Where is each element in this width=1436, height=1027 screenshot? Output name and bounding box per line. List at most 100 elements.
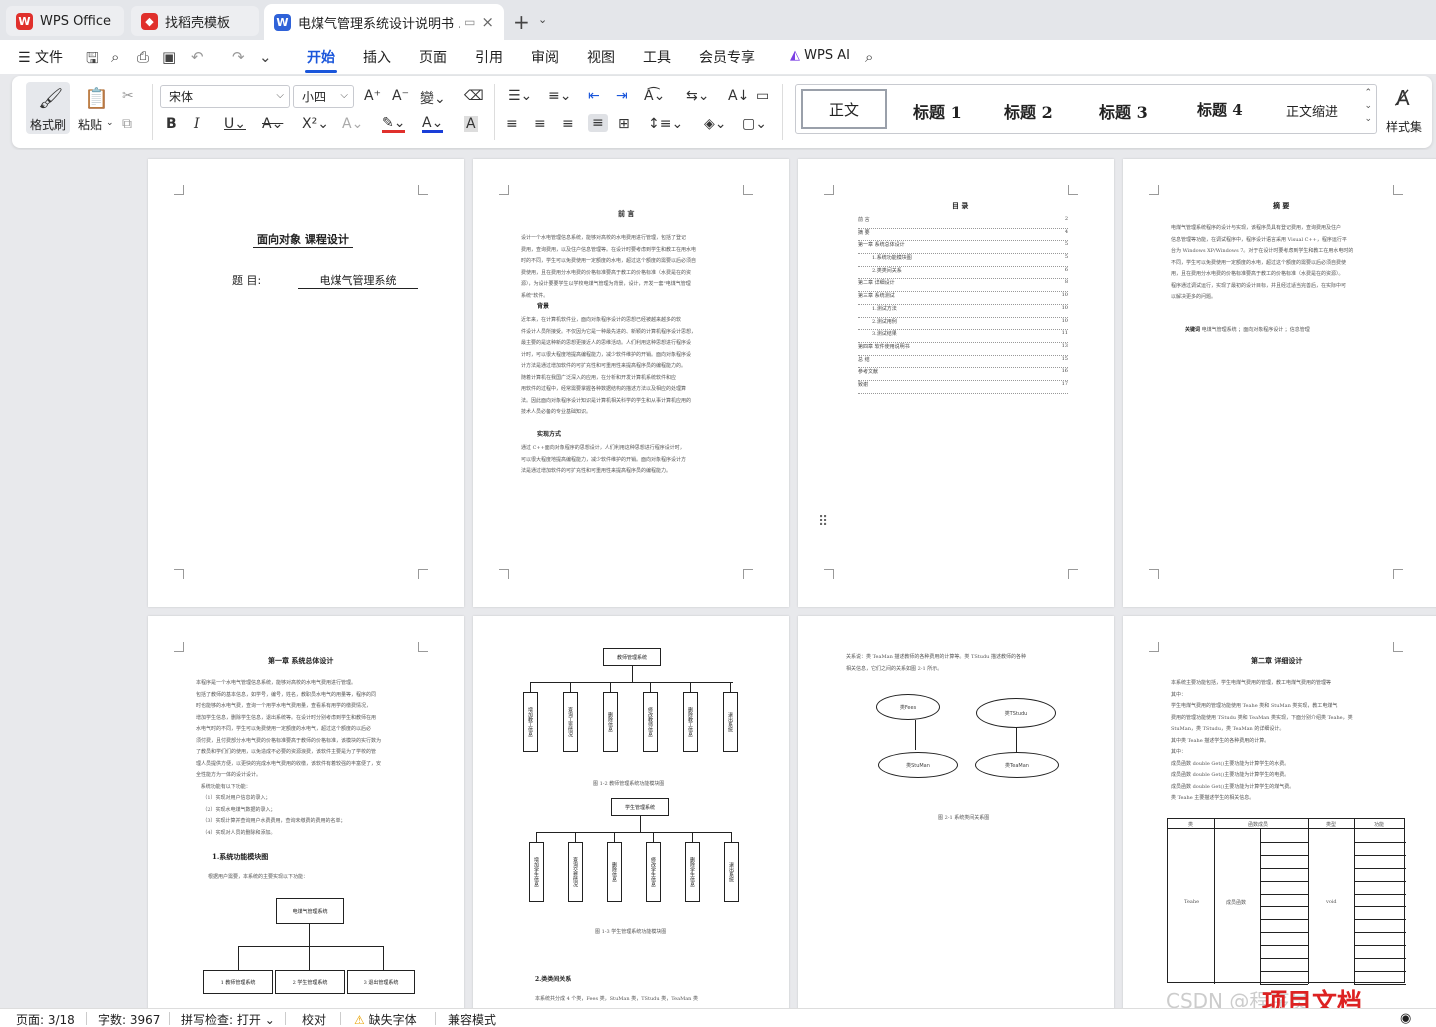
justify-icon[interactable]: ≡ (588, 114, 608, 132)
page-4[interactable]: 摘 要 电煤气管理系统程序的设计与实现，该程序员具有登记费用，查询费用及住户 信息… (1123, 159, 1436, 607)
page-8[interactable]: 第二章 详细设计 本系统主要功能包括，学生电煤气费用的管理，教工电煤气费用的管理… (1123, 616, 1436, 1008)
tab-document[interactable]: W 电煤气管理系统设计说明书 .d ▭ × (264, 4, 504, 40)
underline-icon[interactable]: U⌄ (224, 116, 246, 132)
cut-icon[interactable]: ✂ (122, 88, 134, 104)
style-heading-4[interactable]: 标题 4 (1197, 99, 1243, 120)
toc-entry[interactable]: 3.测试结果 11 (858, 330, 1068, 343)
decrease-indent-icon[interactable]: ⇤ (588, 88, 600, 104)
save-icon[interactable]: 🖫 (86, 48, 99, 73)
toc-entry[interactable]: 参考文献 16 (858, 368, 1068, 381)
sort-icon[interactable]: A↓ (728, 88, 749, 104)
status-page[interactable]: 页面: 3/18 (16, 1011, 75, 1027)
status-compat-mode[interactable]: 兼容模式 (448, 1011, 496, 1027)
font-size-select[interactable]: 小四 ⌵ (293, 85, 354, 108)
status-word-count[interactable]: 字数: 3967 (98, 1011, 160, 1027)
phonetic-icon[interactable]: 變⌄ (420, 88, 446, 108)
chevron-down-icon[interactable]: ⌄ (259, 48, 272, 66)
print-preview-icon[interactable]: ▣ (162, 48, 176, 66)
style-heading-1[interactable]: 标题 1 (913, 99, 962, 123)
border-icon[interactable]: ▢⌄ (742, 116, 767, 132)
strikethrough-icon[interactable]: A⌄ (262, 116, 283, 132)
close-icon[interactable]: × (481, 13, 494, 31)
eye-icon[interactable]: ◉ (1400, 1011, 1411, 1026)
status-proofread[interactable]: 校对 (302, 1011, 326, 1027)
paste-button[interactable]: 📋 粘贴 ⌄ (76, 82, 116, 134)
distribute-icon[interactable]: ⊞ (618, 116, 630, 132)
monitor-icon[interactable]: ▭ (464, 15, 475, 29)
menu-insert[interactable]: 插入 (363, 47, 391, 67)
toc-entry[interactable]: 第二章 详细设计 8 (858, 279, 1068, 293)
show-marks-icon[interactable]: ▭ (756, 88, 769, 104)
undo-icon[interactable]: ↶ (191, 48, 204, 66)
align-right-icon[interactable]: ≡ (562, 116, 574, 132)
bold-icon[interactable]: B (166, 116, 177, 132)
page-1[interactable]: 面向对象 课程设计 题 目: 电煤气管理系统 (148, 159, 464, 607)
bullet-list-icon[interactable]: ☰⌄ (508, 88, 532, 104)
chevron-down-icon[interactable]: ⌄ (538, 13, 547, 26)
toc-entry[interactable]: 第三章 系统测试 10 (858, 292, 1068, 305)
chinese-layout-icon[interactable]: A͡⌄ (644, 88, 665, 104)
shading-icon[interactable]: ◈⌄ (704, 116, 727, 132)
menu-tools[interactable]: 工具 (643, 47, 671, 67)
menu-reference[interactable]: 引用 (475, 47, 503, 67)
style-body-indent[interactable]: 正文缩进 (1286, 101, 1338, 120)
menu-page[interactable]: 页面 (419, 47, 447, 67)
share-icon[interactable]: ⌕ (111, 48, 119, 66)
status-spell-check[interactable]: 拼写检查: 打开 ⌄ (181, 1011, 275, 1027)
text-effect-icon[interactable]: A⌄ (342, 116, 363, 132)
highlight-icon[interactable]: ✎⌄ (382, 116, 406, 133)
increase-indent-icon[interactable]: ⇥ (616, 88, 628, 104)
font-color-icon[interactable]: A⌄ (422, 116, 444, 133)
menu-start[interactable]: 开始 (307, 47, 335, 67)
page-3[interactable]: 目 录 前 言 2 摘 要 4 第一章 系统总体设计 5 1.系统功能模块图 5 2.类类间关系… (798, 159, 1114, 607)
toc-entry[interactable]: 总 结 15 (858, 355, 1068, 369)
menu-vip[interactable]: 会员专享 (699, 47, 755, 67)
clear-format-icon[interactable]: ⌫ (464, 88, 484, 104)
menu-review[interactable]: 审阅 (531, 47, 559, 67)
toc-entry[interactable]: 前 言 2 (858, 216, 1068, 229)
menu-view[interactable]: 视图 (587, 47, 615, 67)
line-spacing-icon[interactable]: ↕≡⌄ (648, 116, 683, 132)
toc-entry[interactable]: 第一章 系统总体设计 5 (858, 241, 1068, 255)
increase-font-icon[interactable]: A⁺ (364, 88, 381, 104)
align-left-icon[interactable]: ≡ (506, 116, 518, 132)
page-2[interactable]: 前 言 设计一个水电管理信息系统，能够对高校的水电费用进行管理，包括了登记 费用，… (473, 159, 789, 607)
toc-entry[interactable]: 致谢 17 (858, 380, 1068, 394)
document-area[interactable]: 面向对象 课程设计 题 目: 电煤气管理系统 前 言 设计一个水电管理信息系统，… (0, 150, 1436, 1008)
tab-template[interactable]: ◆ 找稻壳模板 (131, 6, 259, 36)
toc-entry[interactable]: 1.系统功能模块图 5 (858, 254, 1068, 267)
page-7[interactable]: 关系说：类 TeaMan 描述教师的各种费用的计算等。类 TStudu 描述教师… (798, 616, 1114, 1008)
toc-entry[interactable]: 1.测试方法 10 (858, 304, 1068, 318)
page-6[interactable]: 教师管理系统 图 1-2 教师管理系统功能模块图 学生管理系统 图 1-3 学生… (473, 616, 789, 1008)
print-icon[interactable]: ⎙ (137, 48, 149, 66)
format-painter-button[interactable]: 🖌 格式刷 (26, 82, 70, 134)
redo-icon[interactable]: ↷ (232, 48, 245, 66)
style-set-button[interactable]: A̸ 样式集 (1384, 82, 1432, 134)
numbered-list-icon[interactable]: ≡⌄ (548, 88, 571, 104)
italic-icon[interactable]: I (194, 116, 200, 132)
toc-entry[interactable]: 第四章 软件使用说明书 13 (858, 342, 1068, 356)
char-shading-icon[interactable]: A (464, 116, 478, 132)
wps-ai-button[interactable]: ◭ WPS AI (790, 48, 850, 63)
toc-entry[interactable]: 2.测试用例 10 (858, 317, 1068, 331)
toc-entry[interactable]: 摘 要 4 (858, 228, 1068, 242)
style-scroll-icon[interactable]: ⌃ ⌄ ⌄ (1364, 87, 1372, 126)
tab-wps-office[interactable]: W WPS Office (6, 6, 124, 36)
style-normal[interactable]: 正文 (801, 89, 887, 129)
decrease-font-icon[interactable]: A⁻ (392, 88, 409, 104)
status-missing-fonts[interactable]: ⚠ 缺失字体 (354, 1011, 417, 1027)
toc-entry-text: 3.测试结果 (872, 331, 897, 338)
style-heading-3[interactable]: 标题 3 (1099, 99, 1148, 123)
menu-file[interactable]: ☰ 文件 (18, 47, 63, 67)
align-center-icon[interactable]: ≡ (534, 116, 546, 132)
style-heading-2[interactable]: 标题 2 (1004, 99, 1053, 123)
text-direction-icon[interactable]: ⇆⌄ (686, 88, 709, 104)
font-name-select[interactable]: 宋体 ⌵ (160, 85, 290, 108)
add-tab-icon[interactable]: + (513, 10, 530, 34)
drag-handle-icon[interactable]: ⠿ (818, 515, 828, 529)
superscript-icon[interactable]: X²⌄ (302, 116, 329, 132)
search-icon[interactable]: ⌕ (865, 48, 873, 66)
copy-icon[interactable]: ⧉ (122, 116, 132, 132)
page-5[interactable]: 第一章 系统总体设计 本程序是一个水电气管理信息系统，能够对高校的水电气费用进行… (148, 616, 464, 1008)
toc-entry[interactable]: 2.类类间关系 6 (858, 266, 1068, 280)
